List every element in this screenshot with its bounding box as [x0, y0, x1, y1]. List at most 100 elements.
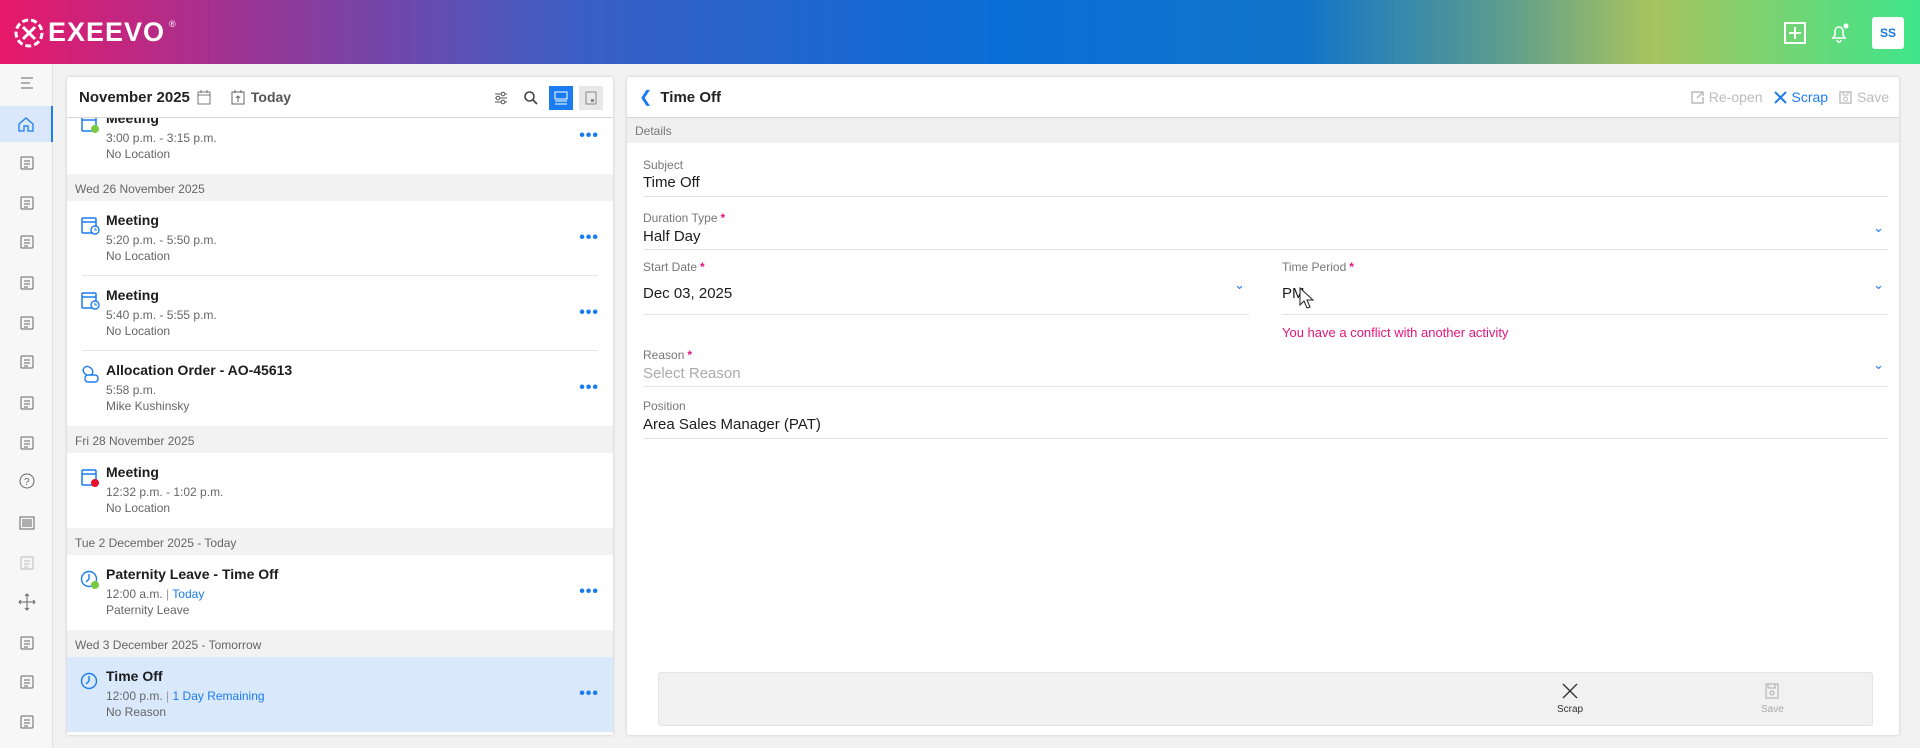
calendar-view-toggle[interactable]: [579, 86, 603, 110]
more-options-icon[interactable]: •••: [579, 583, 599, 601]
sidebar-item-chart[interactable]: [0, 625, 53, 661]
required-asterisk: *: [700, 260, 705, 274]
sidebar-item-report[interactable]: [0, 344, 53, 380]
item-time: 3:00 p.m. - 3:15 p.m.: [106, 131, 217, 145]
duration-type-field[interactable]: Duration Type * Half Day ⌄: [643, 210, 1888, 250]
item-subtitle: No Location: [106, 324, 171, 338]
sidebar-item-folder-settings[interactable]: [0, 145, 53, 181]
item-title: Meeting: [106, 464, 159, 480]
sidebar-item-home[interactable]: [0, 106, 53, 142]
today-button[interactable]: Today: [230, 89, 291, 105]
sidebar-item-receipt[interactable]: [0, 664, 53, 700]
required-asterisk: *: [1349, 260, 1354, 274]
sidebar-item-pills[interactable]: [0, 425, 53, 461]
activity-list-item[interactable]: Paternity Leave - Time Off 12:00 a.m. | T…: [67, 555, 613, 630]
more-options-icon[interactable]: •••: [579, 379, 599, 397]
filter-sliders-icon: [495, 91, 507, 105]
bottom-scrap-button[interactable]: Scrap: [1557, 682, 1583, 715]
activity-list-item[interactable]: Meeting 5:20 p.m. - 5:50 p.m. No Location •…: [67, 201, 613, 276]
sidebar-item-barcode[interactable]: [0, 505, 53, 541]
search-icon: [524, 91, 538, 105]
more-options-icon[interactable]: •••: [579, 127, 599, 145]
reason-placeholder: Select Reason: [643, 365, 741, 382]
close-icon: [1773, 90, 1787, 104]
activity-list-item[interactable]: Meeting 3:00 p.m. - 3:15 p.m. No Location •…: [67, 118, 613, 174]
more-options-icon[interactable]: •••: [579, 304, 599, 322]
time-off-icon: [80, 570, 99, 589]
receipt-icon: [20, 675, 33, 689]
item-time: 5:40 p.m. - 5:55 p.m.: [106, 308, 217, 322]
activity-list[interactable]: Meeting 3:00 p.m. - 3:15 p.m. No Location •…: [67, 118, 613, 735]
filter-button[interactable]: [489, 86, 513, 110]
save-icon: [1765, 683, 1779, 699]
item-subtitle: No Location: [106, 249, 171, 263]
notification-bell-icon[interactable]: [1828, 22, 1850, 44]
sidebar-item-move[interactable]: [0, 584, 53, 620]
list-view-toggle[interactable]: [549, 86, 573, 110]
exeevo-logo[interactable]: EXEEVO ®: [14, 17, 176, 48]
activity-list-item[interactable]: Meeting 5:40 p.m. - 5:55 p.m. No Location •…: [67, 276, 613, 351]
folder-settings-icon: [20, 156, 33, 170]
add-icon[interactable]: [1784, 22, 1806, 44]
item-time-row: 5:58 p.m.: [106, 383, 156, 397]
activity-list-item[interactable]: Meeting 12:32 p.m. - 1:02 p.m. No Location: [67, 453, 613, 528]
user-avatar[interactable]: SS: [1872, 17, 1904, 49]
sidebar-item-folder[interactable]: [0, 185, 53, 221]
sidebar-item-contact-card[interactable]: [0, 385, 53, 421]
item-time-row: 12:32 p.m. - 1:02 p.m.: [106, 485, 223, 499]
save-button[interactable]: Save: [1838, 89, 1889, 105]
time-period-field[interactable]: Time Period * PM ⌄: [1282, 259, 1888, 315]
duration-type-label: Duration Type: [643, 211, 718, 225]
item-time: 12:00 a.m.: [106, 587, 163, 601]
sidebar-item-document-check[interactable]: [0, 265, 53, 301]
reopen-button[interactable]: Re-open: [1690, 89, 1763, 105]
sidebar-item-briefcase[interactable]: [0, 704, 53, 740]
chart-icon: [20, 636, 33, 650]
activity-list-item[interactable]: Allocation Order - AO-45613 5:58 p.m. Mike…: [67, 351, 613, 426]
save-label: Save: [1857, 89, 1889, 105]
activity-list-item[interactable]: Time Off 12:00 p.m. | 1 Day Remaining No R…: [67, 657, 613, 732]
item-title: Meeting: [106, 118, 159, 126]
item-time-row: 5:40 p.m. - 5:55 p.m.: [106, 308, 217, 322]
calendar-panel: November 2025 Today Meeting 3:00 p.m. - 3…: [67, 77, 613, 735]
sidebar-item-pie-chart[interactable]: [0, 224, 53, 260]
required-asterisk: *: [720, 211, 726, 225]
meeting-icon: [81, 118, 99, 133]
date-group-header: Fri 28 November 2025: [67, 426, 613, 453]
item-title: Allocation Order - AO-45613: [106, 362, 293, 378]
subject-label: Subject: [643, 158, 684, 172]
more-options-icon[interactable]: •••: [579, 229, 599, 247]
item-title: Paternity Leave - Time Off: [106, 566, 279, 582]
home-icon: [17, 117, 34, 132]
search-button[interactable]: [519, 86, 543, 110]
scrap-button[interactable]: Scrap: [1773, 89, 1828, 105]
sidebar-item-map[interactable]: [0, 545, 53, 581]
bottom-save-button[interactable]: Save: [1761, 682, 1784, 715]
item-tag: Today: [172, 587, 205, 601]
report-icon: [20, 355, 33, 369]
reason-field[interactable]: Reason * Select Reason ⌄: [643, 347, 1888, 387]
sidebar-item-help[interactable]: ?: [0, 464, 53, 500]
menu-icon: [20, 77, 33, 89]
move-icon: [17, 593, 36, 611]
date-group-header: Wed 26 November 2025: [67, 174, 613, 201]
pie-chart-icon: [20, 235, 33, 249]
back-chevron-icon[interactable]: ❮: [639, 87, 652, 107]
item-time: 12:00 p.m.: [106, 689, 163, 703]
subject-field[interactable]: Subject Time Off: [643, 157, 1888, 197]
subject-value: Time Off: [643, 174, 700, 191]
item-title: Meeting: [106, 212, 159, 228]
more-options-icon[interactable]: •••: [579, 685, 599, 703]
position-label: Position: [643, 399, 686, 413]
date-group-header: Tue 2 December 2025 - Today: [67, 528, 613, 555]
sidebar-item-menu[interactable]: [0, 65, 53, 101]
pills-icon: [20, 436, 33, 450]
brand-name: EXEEVO: [48, 17, 166, 47]
list-view-icon: [554, 91, 568, 105]
details-section-header: Details: [627, 118, 1899, 143]
bottom-save-label: Save: [1761, 704, 1784, 715]
folder-icon: [20, 196, 33, 210]
start-date-field[interactable]: Start Date * Dec 03, 2025 ⌄: [643, 259, 1249, 315]
calendar-picker-icon[interactable]: [196, 89, 212, 105]
sidebar-item-presentation[interactable]: [0, 305, 53, 341]
